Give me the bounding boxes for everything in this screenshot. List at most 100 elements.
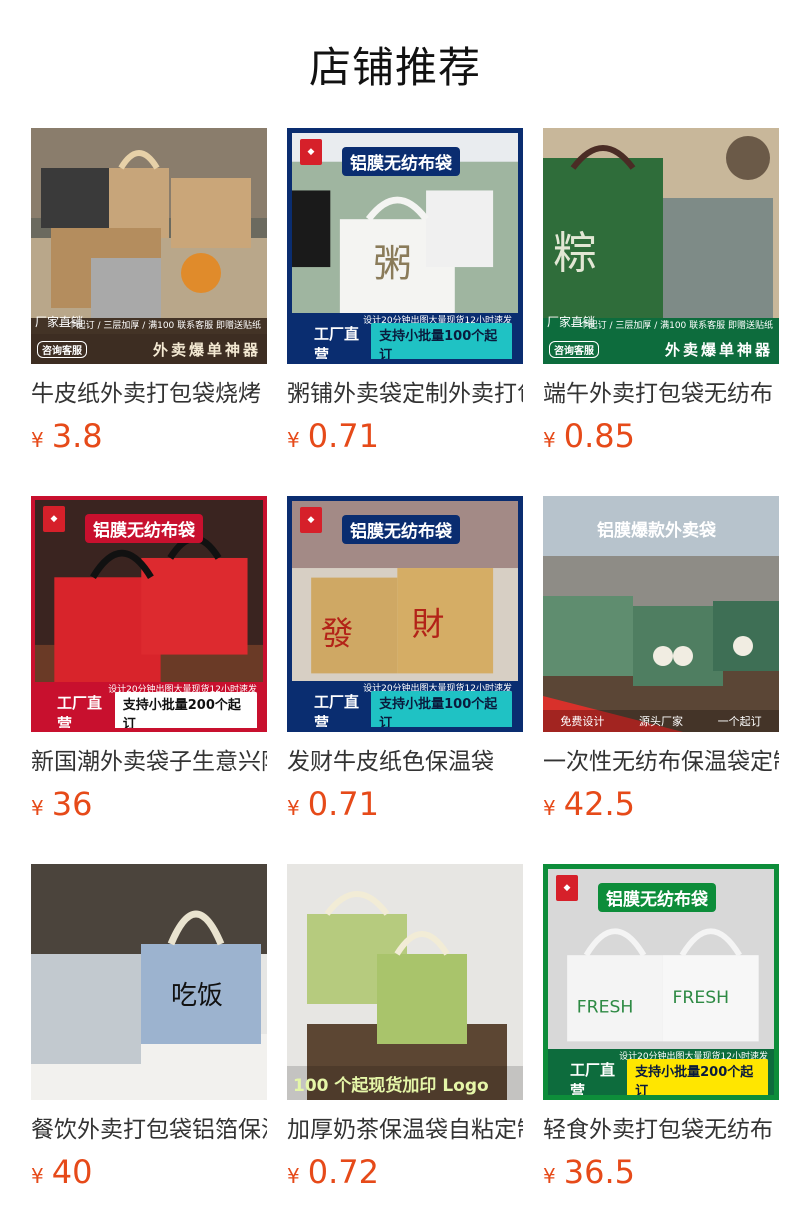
factory-tag: 厂家直销 [547, 315, 596, 329]
product-price: ¥3.8 [31, 419, 267, 459]
product-name[interactable]: 端午外卖打包袋无纺布 [543, 379, 779, 409]
product-price: ¥0.71 [287, 419, 523, 459]
product-card[interactable]: 吃饭 餐饮外卖打包袋铝箔保温 ¥40 [31, 864, 267, 1232]
cta-banner: 工厂直营 支持小批量100个起订 [292, 691, 518, 727]
svg-text:FRESH: FRESH [577, 998, 634, 1018]
cta-banner: 工厂直营 支持小批量200个起订 [35, 692, 263, 728]
slogan-text: 外卖爆单神器 [152, 340, 261, 359]
page-header: 店铺推荐 [0, 0, 790, 128]
product-card[interactable]: FRESH FRESH ◆ 铝膜无纺布袋 设计20分钟出图大量现货12小时速发 … [543, 864, 779, 1232]
currency-symbol: ¥ [287, 1164, 300, 1188]
product-grid: 一个起订 / 三层加厚 / 满100 联系客服 即赠送贴纸 厂家直销 咨询客服 … [31, 128, 779, 1232]
cta-text: 支持小批量100个起订 [371, 323, 512, 359]
free-design: 免费设计 [560, 715, 605, 728]
factory-corner: 工厂直营 [57, 694, 103, 732]
product-card[interactable]: 發 財 ◆ 铝膜无纺布袋 设计20分钟出图大量现货12小时速发 工厂直营 支持小… [287, 496, 523, 864]
brand-logo: ◆ [300, 139, 322, 165]
feature-strip: 免费设计 源头厂家 一个起订 [543, 710, 779, 732]
price-amount: 42.5 [563, 785, 635, 823]
slogan-banner: 咨询客服 外卖爆单神器 [543, 334, 779, 364]
svg-text:吃饭: 吃饭 [171, 981, 223, 1011]
product-card[interactable]: 100 个起现货加印 Logo 加厚奶茶保温袋自粘定制 ¥0.72 [287, 864, 523, 1232]
product-card[interactable]: 铝膜爆款外卖袋 免费设计 源头厂家 一个起订 一次性无纺布保温袋定制 ¥42.5 [543, 496, 779, 864]
product-name[interactable]: 牛皮纸外卖打包袋烧烤 [31, 379, 267, 409]
product-name[interactable]: 轻食外卖打包袋无纺布 [543, 1115, 779, 1145]
product-price: ¥40 [31, 1155, 267, 1195]
slogan-text: 外卖爆单神器 [664, 340, 773, 359]
product-card[interactable]: 一个起订 / 三层加厚 / 满100 联系客服 即赠送贴纸 厂家直销 咨询客服 … [31, 128, 267, 496]
currency-symbol: ¥ [31, 1164, 44, 1188]
currency-symbol: ¥ [543, 796, 556, 820]
cta-text: 支持小批量200个起订 [114, 692, 257, 728]
price-amount: 0.71 [307, 785, 379, 823]
consult-tag: 咨询客服 [549, 340, 599, 358]
product-image[interactable]: 發 財 ◆ 铝膜无纺布袋 设计20分钟出图大量现货12小时速发 工厂直营 支持小… [287, 496, 523, 732]
product-image[interactable]: 铝膜爆款外卖袋 免费设计 源头厂家 一个起订 [543, 496, 779, 732]
product-name[interactable]: 一次性无纺布保温袋定制 [543, 747, 779, 777]
page-title: 店铺推荐 [308, 43, 481, 92]
currency-symbol: ¥ [543, 1164, 556, 1188]
cta-banner: 工厂直营 支持小批量100个起订 [292, 323, 518, 359]
consult-tag: 咨询客服 [37, 340, 87, 358]
price-amount: 0.85 [563, 417, 635, 455]
product-name[interactable]: 发财牛皮纸色保温袋 [287, 747, 523, 777]
min-order: 一个起订 [717, 715, 762, 728]
currency-symbol: ¥ [543, 428, 556, 452]
svg-text:FRESH: FRESH [672, 988, 729, 1008]
product-price: ¥0.71 [287, 787, 523, 827]
foil-bag-scene: 吃饭 [31, 864, 267, 1100]
price-amount: 36 [51, 785, 93, 823]
product-card[interactable]: 粥 ◆ 铝膜无纺布袋 设计20分钟出图大量现货12小时速发 工厂直营 支持小批量… [287, 128, 523, 496]
factory-corner: 工厂直营 [314, 693, 360, 732]
product-headline: 铝膜无纺布袋 [598, 883, 716, 912]
cta-text: 支持小批量200个起订 [627, 1059, 768, 1095]
currency-symbol: ¥ [31, 796, 44, 820]
product-headline: 铝膜无纺布袋 [342, 515, 460, 544]
price-amount: 36.5 [563, 1153, 635, 1191]
product-headline: 铝膜无纺布袋 [342, 147, 460, 176]
brand-logo: ◆ [43, 506, 65, 532]
price-amount: 3.8 [51, 417, 103, 455]
product-image[interactable]: ◆ 铝膜无纺布袋 设计20分钟出图大量现货12小时速发 工厂直营 支持小批量20… [31, 496, 267, 732]
price-amount: 0.72 [307, 1153, 379, 1191]
product-headline: 铝膜爆款外卖袋 [597, 521, 716, 541]
currency-symbol: ¥ [287, 796, 300, 820]
product-name[interactable]: 餐饮外卖打包袋铝箔保温 [31, 1115, 267, 1145]
currency-symbol: ¥ [287, 428, 300, 452]
product-image[interactable]: 粽 一个起订 / 三层加厚 / 满100 联系客服 即赠送贴纸 厂家直销 咨询客… [543, 128, 779, 364]
svg-text:財: 財 [412, 605, 445, 643]
brand-logo: ◆ [556, 875, 578, 901]
factory-corner: 工厂直营 [314, 325, 360, 364]
product-price: ¥42.5 [543, 787, 779, 827]
source-factory: 源头厂家 [638, 715, 683, 728]
product-price: ¥36 [31, 787, 267, 827]
milktea-bags-scene [287, 864, 523, 1100]
product-card[interactable]: ◆ 铝膜无纺布袋 设计20分钟出图大量现货12小时速发 工厂直营 支持小批量20… [31, 496, 267, 864]
overlay-strip: 100 个起现货加印 Logo [287, 1066, 523, 1100]
cta-text: 支持小批量100个起订 [371, 691, 512, 727]
product-name[interactable]: 粥铺外卖袋定制外卖打包 [287, 379, 523, 409]
product-image[interactable]: 100 个起现货加印 Logo [287, 864, 523, 1100]
product-name[interactable]: 新国潮外卖袋子生意兴隆 [31, 747, 267, 777]
svg-text:粽: 粽 [553, 228, 597, 279]
product-image[interactable]: 吃饭 [31, 864, 267, 1100]
product-name[interactable]: 加厚奶茶保温袋自粘定制 [287, 1115, 523, 1145]
cta-banner: 工厂直营 支持小批量200个起订 [548, 1059, 774, 1095]
brand-logo: ◆ [300, 507, 322, 533]
price-amount: 40 [51, 1153, 93, 1191]
product-price: ¥36.5 [543, 1155, 779, 1195]
currency-symbol: ¥ [31, 428, 44, 452]
factory-tag: 厂家直销 [35, 315, 84, 329]
product-headline: 铝膜无纺布袋 [85, 514, 203, 543]
product-price: ¥0.85 [543, 419, 779, 459]
product-image[interactable]: 一个起订 / 三层加厚 / 满100 联系客服 即赠送贴纸 厂家直销 咨询客服 … [31, 128, 267, 364]
product-price: ¥0.72 [287, 1155, 523, 1195]
product-image[interactable]: 粥 ◆ 铝膜无纺布袋 设计20分钟出图大量现货12小时速发 工厂直营 支持小批量… [287, 128, 523, 364]
slogan-banner: 咨询客服 外卖爆单神器 [31, 334, 267, 364]
product-image[interactable]: FRESH FRESH ◆ 铝膜无纺布袋 设计20分钟出图大量现货12小时速发 … [543, 864, 779, 1100]
product-card[interactable]: 粽 一个起订 / 三层加厚 / 满100 联系客服 即赠送贴纸 厂家直销 咨询客… [543, 128, 779, 496]
factory-corner: 工厂直营 [570, 1061, 616, 1100]
price-amount: 0.71 [307, 417, 379, 455]
svg-text:粥: 粥 [373, 242, 411, 287]
svg-text:發: 發 [321, 615, 354, 653]
